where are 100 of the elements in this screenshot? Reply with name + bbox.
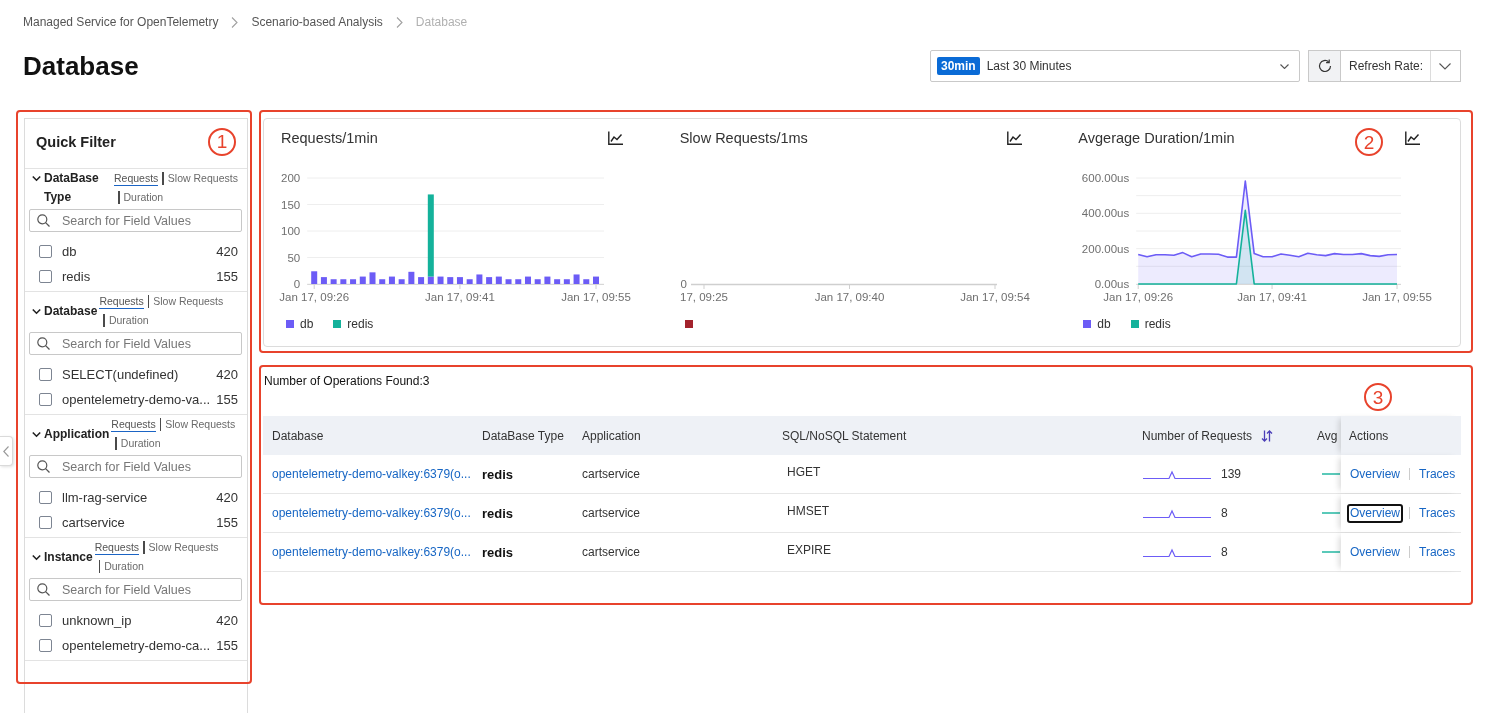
metric-tab[interactable]: Slow Requests [167, 171, 238, 186]
filter-value[interactable]: cartservice [62, 515, 125, 530]
chevron-down-icon[interactable] [32, 552, 41, 562]
column-header[interactable]: Number of Requests [1106, 416, 1313, 455]
action-link[interactable]: Traces [1416, 542, 1459, 562]
checkbox[interactable] [39, 614, 52, 627]
value-count: 155 [215, 515, 238, 530]
request-count: 8 [1221, 545, 1228, 559]
search-field[interactable]: Search for Field Values [29, 332, 242, 355]
action-link[interactable]: Overview [1347, 464, 1403, 484]
refresh-rate-select[interactable]: Refresh Rate: [1341, 50, 1461, 82]
axis-label: Jan 17, 09:26 [279, 291, 350, 303]
filter-value[interactable]: llm-rag-service [62, 490, 148, 505]
request-count: 139 [1221, 467, 1242, 481]
axis-label: 200.00us [1082, 242, 1130, 255]
checkbox[interactable] [39, 393, 52, 406]
database-link[interactable]: opentelemetry-demo-valkey:6379(o... [272, 545, 471, 559]
section-title: Instance [44, 548, 93, 566]
metric-tab[interactable]: Requests [94, 540, 140, 555]
value-count: 420 [215, 613, 238, 628]
checkbox[interactable] [39, 368, 52, 381]
column-header: Database [271, 427, 325, 445]
chevron-right-icon [231, 16, 239, 28]
chevron-down-icon[interactable] [32, 174, 41, 183]
search-field[interactable]: Search for Field Values [29, 209, 242, 232]
results-count: Number of Operations Found:3 [264, 373, 431, 389]
filter-value[interactable]: opentelemetry-demo-va... [62, 392, 211, 407]
search-field[interactable]: Search for Field Values [29, 578, 242, 601]
bar [534, 279, 541, 284]
search-icon [37, 214, 50, 227]
metric-tab[interactable]: Requests [99, 294, 144, 309]
axis-label: 17, 09:25 [679, 291, 728, 303]
metric-tab[interactable]: Slow Requests [148, 540, 219, 555]
caret-down-icon [1280, 63, 1289, 69]
filter-value[interactable]: opentelemetry-demo-ca... [62, 638, 211, 653]
line-chart-icon[interactable] [1405, 131, 1421, 145]
axis-label: 0.00us [1095, 278, 1130, 290]
column-header: DataBase Type [481, 427, 565, 445]
bar [418, 277, 425, 284]
checkbox[interactable] [39, 245, 52, 258]
bar [320, 277, 327, 284]
callout-number: 1 [208, 127, 236, 156]
axis-label: Jan 17, 09:55 [561, 291, 631, 303]
database-link[interactable]: opentelemetry-demo-valkey:6379(o... [272, 506, 471, 520]
metric-tab[interactable]: Slow Requests [165, 417, 236, 432]
time-range-picker[interactable]: 30min Last 30 Minutes [930, 50, 1300, 82]
filter-value[interactable]: db [62, 244, 77, 259]
metric-tab[interactable]: Duration [104, 559, 144, 574]
line-chart-icon[interactable] [608, 131, 623, 145]
database-link[interactable]: opentelemetry-demo-valkey:6379(o... [272, 467, 471, 481]
page-title: Database [23, 50, 139, 82]
breadcrumb-item[interactable]: Managed Service for OpenTelemetry [23, 15, 219, 29]
action-link[interactable]: Traces [1416, 464, 1459, 484]
action-link[interactable]: Traces [1416, 503, 1459, 523]
value-count: 420 [215, 367, 238, 382]
chevron-down-icon[interactable] [32, 429, 41, 439]
checkbox[interactable] [39, 516, 52, 529]
action-link[interactable]: Overview [1347, 542, 1403, 562]
metric-tab[interactable]: Requests [111, 417, 156, 432]
legend-label[interactable]: redis [347, 317, 374, 331]
search-icon [37, 583, 50, 596]
bar [573, 274, 580, 284]
filter-value[interactable]: redis [62, 269, 91, 284]
filter-value[interactable]: SELECT(undefined) [62, 367, 179, 382]
refresh-button[interactable] [1308, 50, 1341, 82]
column-header: Actions [1341, 416, 1461, 455]
action-link[interactable]: Overview [1347, 503, 1403, 523]
request-count: 8 [1221, 506, 1228, 520]
axis-label: 50 [287, 251, 301, 264]
metric-tab[interactable]: Requests [114, 171, 159, 186]
chevron-down-icon[interactable] [32, 306, 41, 316]
table-cell-text: EXPIRE [786, 542, 832, 559]
bar [515, 279, 522, 284]
search-icon [37, 337, 50, 350]
axis-label: 400.00us [1082, 207, 1130, 220]
legend-label[interactable]: db [1097, 317, 1111, 331]
metric-tab[interactable]: Duration [123, 190, 164, 205]
filter-value[interactable]: unknown_ip [62, 613, 132, 628]
line-chart-icon[interactable] [1006, 131, 1022, 145]
legend-label[interactable]: redis [1144, 317, 1171, 331]
range-badge: 30min [937, 57, 980, 75]
bar [388, 276, 395, 284]
search-field[interactable]: Search for Field Values [29, 455, 242, 478]
bar [340, 279, 347, 284]
bar [330, 279, 337, 284]
bar [379, 279, 386, 284]
checkbox[interactable] [39, 270, 52, 283]
checkbox[interactable] [39, 639, 52, 652]
metric-tab[interactable]: Duration [120, 436, 161, 451]
bar [369, 272, 376, 284]
section-title: Application [44, 425, 110, 443]
table-cell-text: cartservice [581, 466, 641, 483]
section-title: Database [44, 302, 98, 320]
breadcrumb-item[interactable]: Scenario-based Analysis [251, 15, 383, 29]
axis-label: 600.00us [1082, 172, 1130, 184]
legend-label[interactable]: db [300, 317, 314, 331]
checkbox[interactable] [39, 491, 52, 504]
metric-tab[interactable]: Slow Requests [153, 294, 224, 309]
metric-tab[interactable]: Duration [108, 313, 149, 328]
sort-icon[interactable] [1261, 429, 1274, 442]
